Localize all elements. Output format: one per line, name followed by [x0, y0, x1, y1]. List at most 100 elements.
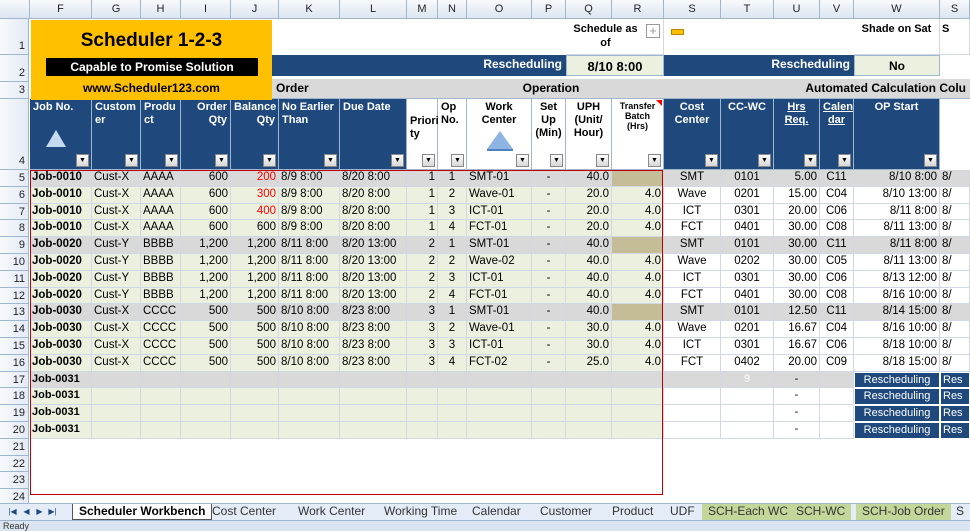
empty-cell[interactable] [92, 405, 141, 422]
blank-cell[interactable] [566, 472, 612, 490]
cell-op[interactable]: 4 [438, 287, 467, 305]
blank-cell[interactable] [467, 455, 532, 473]
empty-cell[interactable] [721, 422, 774, 439]
sheet-tab[interactable]: SCH-Job Order [856, 504, 951, 520]
cell-prod[interactable]: CCCC [141, 354, 181, 372]
cell-uph[interactable]: 40.0 [566, 237, 612, 254]
cell-setup[interactable]: - [532, 304, 566, 322]
last-sheet-icon[interactable]: ▶| [46, 505, 59, 518]
cell-pri[interactable]: 3 [407, 338, 438, 355]
rescheduling-button-partial[interactable]: Res [940, 371, 970, 389]
filter-dropdown-icon[interactable]: ▼ [263, 154, 276, 167]
blank-cell[interactable] [181, 438, 231, 456]
empty-cell[interactable] [664, 422, 721, 439]
cell-ccwc[interactable]: 0101 [721, 237, 774, 254]
cell-cal[interactable]: C11 [820, 170, 854, 187]
blank-cell[interactable] [438, 472, 467, 490]
cell-cal[interactable]: C09 [820, 354, 854, 372]
row-header[interactable]: 16 [0, 354, 29, 372]
cell-cc[interactable]: ICT [664, 338, 721, 355]
cell-tb[interactable]: 4.0 [612, 338, 664, 355]
empty-cell[interactable] [92, 388, 141, 406]
sheet-tab[interactable]: Scheduler Workbench [72, 504, 213, 520]
cell-due[interactable]: 8/20 8:00 [340, 186, 407, 204]
cell-uph[interactable]: 20.0 [566, 220, 612, 238]
cell-due[interactable]: 8/20 8:00 [340, 220, 407, 238]
cell-w[interactable]: 8/ [940, 270, 970, 288]
blank-cell[interactable] [92, 438, 141, 456]
cell-prod[interactable]: CCCC [141, 338, 181, 355]
empty-cell[interactable] [612, 405, 664, 422]
rescheduling-button-partial[interactable]: Res [940, 388, 970, 406]
cell-uph[interactable]: 30.0 [566, 321, 612, 338]
cell-start[interactable]: 8/10 13:00 [854, 186, 940, 204]
cell-pri[interactable]: 1 [407, 170, 438, 187]
empty-cell[interactable] [532, 405, 566, 422]
cell-op[interactable]: 2 [438, 254, 467, 271]
row-header[interactable]: 21 [0, 438, 29, 456]
cell-cust[interactable]: Cust-X [92, 338, 141, 355]
cell-cust[interactable]: Cust-X [92, 304, 141, 322]
empty-cell[interactable] [820, 405, 854, 422]
sheet-tab[interactable]: Work Center [292, 504, 371, 520]
cell-prod[interactable]: CCCC [141, 321, 181, 338]
cell-bqty[interactable]: 500 [231, 304, 279, 322]
empty-cell[interactable] [820, 422, 854, 439]
filter-dropdown-icon[interactable]: ▼ [758, 154, 771, 167]
next-sheet-icon[interactable]: ▶ [33, 505, 46, 518]
empty-cell[interactable] [532, 371, 566, 389]
empty-cell[interactable]: Job-0031 [30, 371, 92, 389]
cell-net[interactable]: 8/10 8:00 [279, 321, 340, 338]
cell-wc[interactable]: ICT-01 [467, 338, 532, 355]
empty-cell[interactable] [438, 405, 467, 422]
empty-cell[interactable] [532, 388, 566, 406]
cell-job[interactable]: Job-0010 [30, 203, 92, 221]
column-header[interactable]: T [721, 0, 774, 19]
cell-op[interactable]: 1 [438, 304, 467, 322]
empty-cell[interactable] [141, 422, 181, 439]
cell-cust[interactable]: Cust-Y [92, 237, 141, 254]
logo-url[interactable]: www.Scheduler123.com [31, 81, 272, 95]
empty-cell[interactable]: - [774, 405, 820, 422]
empty-cell[interactable] [532, 422, 566, 439]
cell-job[interactable]: Job-0010 [30, 220, 92, 238]
row-header[interactable]: 12 [0, 287, 29, 305]
sheet-tab[interactable]: Customer [534, 504, 598, 520]
cell-prod[interactable]: CCCC [141, 304, 181, 322]
cell-tb[interactable]: 4.0 [612, 203, 664, 221]
cell-w[interactable]: 8/ [940, 254, 970, 271]
cell-oqty[interactable]: 1,200 [181, 287, 231, 305]
row-header[interactable]: 7 [0, 203, 29, 221]
cell-op[interactable]: 1 [438, 237, 467, 254]
cell-start[interactable]: 8/11 8:00 [854, 237, 940, 254]
empty-cell[interactable] [279, 405, 340, 422]
cell-net[interactable]: 8/9 8:00 [279, 170, 340, 187]
cell-prod[interactable]: BBBB [141, 254, 181, 271]
column-header[interactable]: M [407, 0, 438, 19]
cell-cust[interactable]: Cust-Y [92, 270, 141, 288]
column-header[interactable]: U [774, 0, 820, 19]
cell-w[interactable]: 8/ [940, 287, 970, 305]
cell-uph[interactable]: 30.0 [566, 338, 612, 355]
cell-op[interactable]: 3 [438, 203, 467, 221]
empty-cell[interactable] [566, 388, 612, 406]
rescheduling-band-left[interactable]: Rescheduling [272, 55, 566, 76]
sheet-tab[interactable]: SCH-Each WC [702, 504, 795, 520]
cell-job[interactable]: Job-0020 [30, 270, 92, 288]
select-all-corner[interactable] [0, 0, 30, 19]
rescheduling-button[interactable]: Rescheduling [854, 371, 940, 389]
cell-start[interactable]: 8/10 8:00 [854, 170, 940, 187]
blank-cell[interactable] [340, 455, 407, 473]
empty-cell[interactable] [612, 422, 664, 439]
empty-cell[interactable] [407, 388, 438, 406]
row-header[interactable]: 14 [0, 321, 29, 338]
row-header[interactable]: 24 [0, 489, 29, 503]
cell-setup[interactable]: - [532, 254, 566, 271]
blank-cell[interactable] [340, 472, 407, 490]
cell-bqty[interactable]: 1,200 [231, 287, 279, 305]
cell-start[interactable]: 8/18 10:00 [854, 338, 940, 355]
cell-pri[interactable]: 2 [407, 270, 438, 288]
cell-job[interactable]: Job-0020 [30, 237, 92, 254]
prev-sheet-icon[interactable]: ◀ [20, 505, 33, 518]
empty-cell[interactable] [721, 405, 774, 422]
